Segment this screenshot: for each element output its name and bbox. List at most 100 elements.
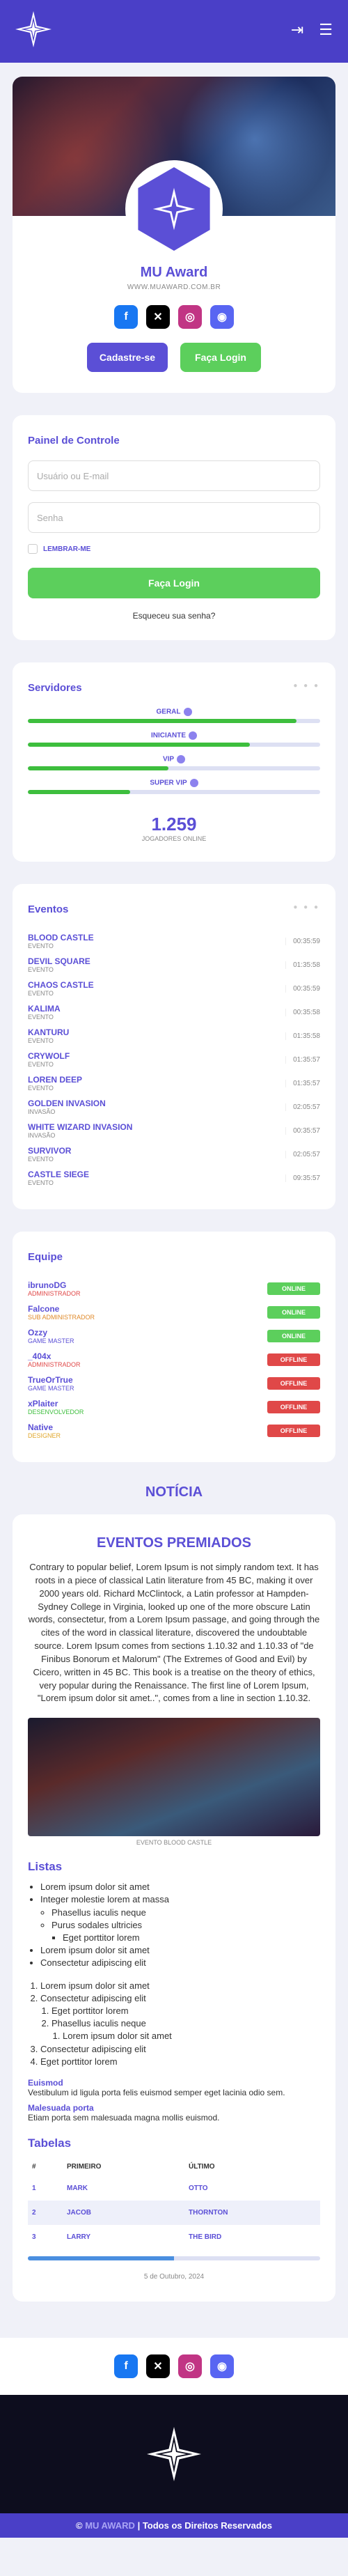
server-load-bar [28,743,320,747]
event-row: CRYWOLF EVENTO 01:35:57 [28,1048,320,1071]
event-timer: 01:35:58 [285,1032,320,1040]
register-button[interactable]: Cadastre-se [87,343,168,372]
x-twitter-icon[interactable]: ✕ [146,305,170,329]
info-icon[interactable] [183,708,192,716]
staff-name: Ozzy [28,1328,48,1337]
event-type: EVENTO [28,1061,54,1068]
event-row: BLOOD CASTLE EVENTO 00:35:59 [28,929,320,953]
progress-bar [28,2256,320,2260]
events-title: Eventos [28,903,69,915]
username-input[interactable]: Usuário ou E-mail [28,460,320,491]
unordered-list: Lorem ipsum dolor sit amet Integer moles… [40,1881,320,1969]
server-row: VIP [28,755,320,770]
server-name: SUPER VIP [28,779,320,787]
dots-icon: ● ● ● [293,682,320,690]
event-name: CASTLE SIEGE [28,1170,90,1179]
event-timer: 01:35:57 [285,1055,320,1064]
list-item: Consectetur adipiscing elit [40,1957,320,1969]
table-header: # [32,2162,36,2171]
brand-url: WWW.MUAWARD.COM.BR [127,284,221,291]
dots-icon: ● ● ● [293,903,320,911]
event-row: DEVIL SQUARE EVENTO 01:35:58 [28,953,320,977]
copyright: © MU AWARD | Todos os Direitos Reservado… [0,2513,348,2538]
event-type: EVENTO [28,1156,54,1163]
event-timer: 00:35:59 [285,937,320,945]
hero-card: MU Award WWW.MUAWARD.COM.BR f ✕ ◎ ◉ Cada… [13,77,335,393]
server-load-bar [28,790,320,794]
remember-label: LEMBRAR-ME [43,545,91,553]
article-image [28,1718,320,1837]
lists-heading: Listas [28,1860,63,1874]
table-cell: MARK [67,2184,88,2192]
list-item: Eget porttitor lorem [52,2005,320,2017]
instagram-icon[interactable]: ◎ [178,305,202,329]
table-cell: JACOB [63,2200,184,2225]
discord-icon[interactable]: ◉ [210,305,234,329]
table-cell: 3 [32,2233,36,2241]
status-badge: ONLINE [267,1282,320,1295]
login-icon[interactable]: ⇥ [291,21,303,39]
event-type: EVENTO [28,990,54,997]
discord-icon[interactable]: ◉ [210,2354,234,2378]
servers-panel: Servidores ● ● ● GERAL INICIANTE VIP SUPER V… [13,662,335,862]
staff-name: ibrunoDG [28,1280,67,1290]
article-body: Contrary to popular belief, Lorem Ipsum … [28,1562,320,1704]
tables-heading: Tabelas [28,2136,72,2150]
staff-role: DESENVOLVEDOR [28,1409,84,1415]
event-type: EVENTO [28,1037,54,1044]
table-cell: THE BIRD [188,2233,222,2241]
facebook-icon[interactable]: f [114,305,138,329]
table-cell: OTTO [188,2184,208,2192]
instagram-icon[interactable]: ◎ [178,2354,202,2378]
staff-row: ibrunoDG ADMINISTRADOR ONLINE [28,1277,320,1301]
logo-star-icon[interactable] [13,8,54,50]
staff-row: Falcone SUB ADMINISTRADOR ONLINE [28,1301,320,1324]
dl-term: Euismod [28,2077,63,2088]
server-name: GERAL [28,708,320,716]
staff-role: DESIGNER [28,1432,61,1439]
list-item: Lorem ipsum dolor sit amet [40,1944,320,1957]
dl-definition: Etiam porta sem malesuada magna mollis e… [28,2112,220,2123]
staff-row: xPlaiter DESENVOLVEDOR OFFLINE [28,1395,320,1419]
event-name: GOLDEN INVASION [28,1099,106,1108]
remember-checkbox[interactable] [28,544,38,554]
facebook-icon[interactable]: f [114,2354,138,2378]
password-input[interactable]: Senha [28,502,320,533]
staff-row: Ozzy GAME MASTER ONLINE [28,1324,320,1348]
forgot-password-link[interactable]: Esqueceu sua senha? [28,611,320,621]
info-icon[interactable] [189,731,197,740]
event-timer: 00:35:59 [285,984,320,993]
event-row: GOLDEN INVASION INVASÃO 02:05:57 [28,1095,320,1119]
staff-title: Equipe [28,1251,63,1263]
list-item: Eget porttitor lorem [40,2056,320,2068]
footer-logo-area [0,2394,348,2513]
event-timer: 01:35:57 [285,1079,320,1087]
login-button[interactable]: Faça Login [180,343,261,372]
info-icon[interactable] [177,755,186,763]
brand-emblem [125,160,223,258]
table-row: 2 JACOB THORNTON [28,2200,320,2225]
staff-role: ADMINISTRADOR [28,1361,81,1368]
event-row: SURVIVOR EVENTO 02:05:57 [28,1142,320,1166]
event-row: WHITE WIZARD INVASION INVASÃO 00:35:57 [28,1119,320,1142]
event-name: BLOOD CASTLE [28,933,94,942]
list-item: Lorem ipsum dolor sit amet [40,1881,320,1893]
panel-title: Painel de Controle [28,435,120,447]
image-caption: EVENTO BLOOD CASTLE [136,1839,212,1847]
panel-login-button[interactable]: Faça Login [28,568,320,598]
event-row: KANTURU EVENTO 01:35:58 [28,1024,320,1048]
event-type: INVASÃO [28,1132,56,1139]
event-name: DEVIL SQUARE [28,956,90,966]
server-load-bar [28,766,320,770]
table-cell: 1 [32,2184,36,2192]
staff-role: GAME MASTER [28,1385,74,1392]
list-item: Purus sodales ultricies Eget porttitor l… [52,1919,320,1944]
status-badge: OFFLINE [267,1353,320,1366]
article-title: EVENTOS PREMIADOS [97,1535,251,1551]
x-twitter-icon[interactable]: ✕ [146,2354,170,2378]
status-badge: OFFLINE [267,1425,320,1437]
info-icon[interactable] [189,779,198,787]
event-type: INVASÃO [28,1108,56,1115]
menu-icon[interactable]: ☰ [319,21,333,39]
online-label: JOGADORES ONLINE [141,835,207,842]
